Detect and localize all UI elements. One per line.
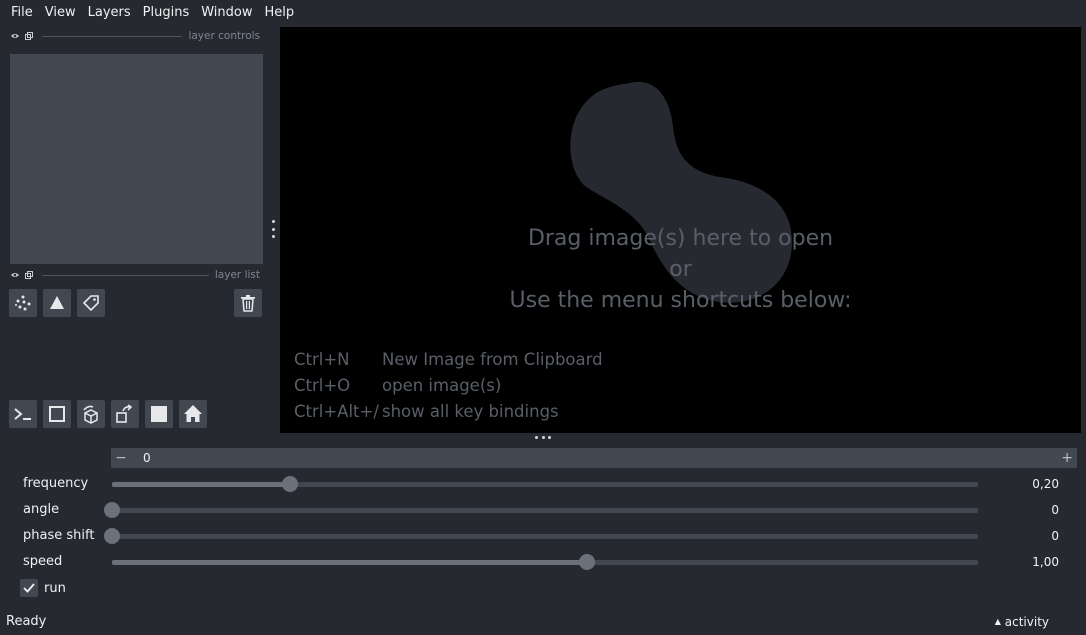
slider-fill	[112, 560, 587, 565]
menu-layers[interactable]: Layers	[80, 5, 135, 20]
menu-view[interactable]: View	[37, 5, 80, 20]
ndisplay-button[interactable]	[43, 400, 71, 428]
slider-handle[interactable]	[104, 502, 120, 518]
shortcut-action: show all key bindings	[382, 402, 559, 421]
slider-label: phase shift	[23, 528, 95, 543]
layer-controls-area	[10, 54, 263, 264]
welcome-line-3: Use the menu shortcuts below:	[509, 288, 852, 313]
roll-cube-icon	[83, 405, 98, 424]
points-icon	[15, 295, 31, 311]
slider-label: speed	[23, 554, 63, 569]
float-icon[interactable]	[24, 270, 34, 280]
header-divider	[42, 35, 183, 37]
dims-decrement-button[interactable]: −	[111, 450, 131, 466]
console-button[interactable]	[9, 400, 37, 428]
slider-value: 1,00	[1032, 555, 1059, 569]
shortcut-row: Ctrl+Alt+/ show all key bindings	[294, 399, 603, 425]
menu-plugins[interactable]: Plugins	[135, 5, 194, 20]
shortcut-key: Ctrl+O	[294, 376, 351, 395]
slider-label: frequency	[23, 476, 89, 491]
shortcut-list: Ctrl+N New Image from Clipboard Ctrl+O o…	[294, 347, 603, 425]
shortcut-row: Ctrl+O open image(s)	[294, 373, 603, 399]
shapes-icon	[50, 296, 64, 309]
angle-slider-row: angle 0	[0, 501, 1086, 521]
layer-list-header: layer list	[10, 269, 260, 281]
caret-up-icon: ▲	[994, 617, 1001, 626]
speed-slider-row: speed 1,00	[0, 553, 1086, 573]
run-checkbox-row: run	[20, 579, 66, 597]
reset-view-button[interactable]	[179, 400, 207, 428]
grid-square-icon	[151, 406, 167, 422]
eye-icon[interactable]	[10, 270, 20, 280]
welcome-line-1: Drag image(s) here to open	[527, 226, 834, 251]
menu-window[interactable]: Window	[193, 5, 256, 20]
slider-handle[interactable]	[282, 476, 299, 492]
slider-value: 0	[1051, 529, 1059, 543]
slider-value: 0	[1051, 503, 1059, 517]
slider-track[interactable]	[112, 476, 978, 492]
run-checkbox[interactable]	[20, 579, 38, 597]
console-icon	[14, 408, 31, 420]
layer-list-label: layer list	[214, 269, 260, 281]
menu-file[interactable]: File	[3, 5, 37, 20]
layer-controls-label: layer controls	[188, 30, 260, 42]
float-icon[interactable]	[24, 31, 34, 41]
slider-track[interactable]	[112, 554, 978, 570]
delete-layer-button[interactable]	[234, 289, 262, 317]
slider-handle[interactable]	[578, 554, 595, 570]
checkmark-icon	[23, 583, 35, 593]
slider-track[interactable]	[104, 528, 978, 544]
slider-label: angle	[23, 502, 60, 517]
new-points-layer-button[interactable]	[9, 289, 37, 317]
welcome-line-2: or	[669, 257, 692, 282]
dims-value: 0	[143, 451, 151, 465]
slider-fill	[112, 482, 291, 487]
labels-icon	[82, 295, 99, 312]
grid-view-button[interactable]	[145, 400, 173, 428]
frequency-slider-row: frequency 0,20	[0, 475, 1086, 495]
shortcut-key: Ctrl+N	[294, 350, 350, 369]
shortcut-row: Ctrl+N New Image from Clipboard	[294, 347, 603, 373]
home-icon	[184, 405, 202, 422]
dims-increment-button[interactable]: +	[1061, 450, 1073, 466]
new-shapes-layer-button[interactable]	[43, 289, 71, 317]
transpose-icon	[116, 404, 133, 423]
slider-track[interactable]	[104, 502, 978, 518]
shortcut-action: New Image from Clipboard	[382, 350, 603, 369]
viewer-canvas[interactable]: Drag image(s) here to open or Use the me…	[280, 27, 1081, 433]
vertical-splitter-handle[interactable]	[271, 220, 275, 238]
new-labels-layer-button[interactable]	[77, 289, 105, 317]
transpose-dims-button[interactable]	[111, 400, 139, 428]
activity-label: activity	[1004, 615, 1049, 629]
menu-help[interactable]: Help	[257, 5, 299, 20]
menu-bar: File View Layers Plugins Window Help	[0, 0, 1086, 24]
slider-handle[interactable]	[104, 528, 120, 544]
horizontal-splitter-handle[interactable]	[535, 435, 551, 439]
slider-value: 0,20	[1032, 477, 1059, 491]
activity-button[interactable]: ▲ activity	[995, 615, 1049, 629]
trash-icon	[241, 295, 255, 312]
header-divider	[42, 274, 209, 276]
layer-controls-header: layer controls	[10, 30, 260, 42]
run-label: run	[44, 580, 66, 596]
shortcut-key: Ctrl+Alt+/	[294, 402, 379, 421]
eye-icon[interactable]	[10, 31, 20, 41]
ndisplay-square-icon	[49, 406, 65, 422]
shortcut-action: open image(s)	[382, 376, 502, 395]
roll-dims-button[interactable]	[77, 400, 105, 428]
dims-slider[interactable]: − 0 +	[111, 448, 1077, 468]
phase-shift-slider-row: phase shift 0	[0, 527, 1086, 547]
status-text: Ready	[6, 614, 47, 629]
